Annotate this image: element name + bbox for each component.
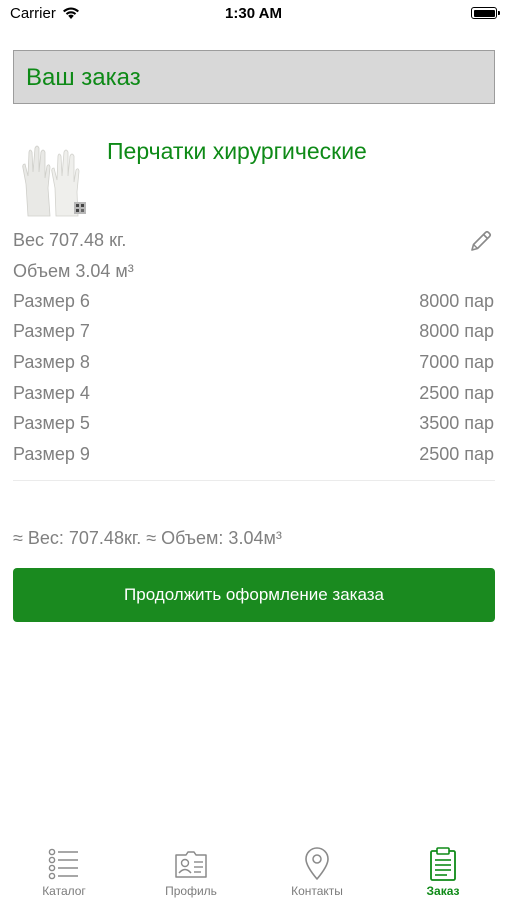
clipboard-icon — [430, 847, 456, 881]
page-header: Ваш заказ — [13, 50, 495, 104]
tab-label: Контакты — [291, 884, 343, 898]
continue-checkout-button[interactable]: Продолжить оформление заказа — [13, 568, 495, 622]
id-card-icon — [175, 851, 207, 878]
size-label: Размер 6 — [13, 291, 90, 311]
status-bar: Carrier 1:30 AM — [0, 0, 507, 28]
size-label: Размер 8 — [13, 352, 90, 372]
battery-icon — [471, 7, 500, 19]
list-icon — [48, 848, 78, 880]
size-label: Размер 7 — [13, 321, 90, 341]
tab-label: Каталог — [42, 884, 86, 898]
tab-label: Заказ — [426, 884, 460, 898]
size-quantity: 3500 пар — [419, 413, 494, 433]
size-row: Размер 9 2500 пар — [13, 444, 494, 468]
order-totals: ≈ Вес: 707.48кг. ≈ Объем: 3.04м³ — [13, 528, 282, 548]
volume-label: Объем 3.04 м³ — [13, 261, 134, 281]
size-label: Размер 9 — [13, 444, 90, 464]
size-row: Размер 4 2500 пар — [13, 383, 494, 407]
size-row: Размер 5 3500 пар — [13, 413, 494, 437]
size-label: Размер 4 — [13, 383, 90, 403]
size-row: Размер 8 7000 пар — [13, 352, 494, 376]
tab-bar: Каталог Профиль Контакты Заказ — [0, 830, 507, 900]
tab-label: Профиль — [165, 884, 217, 898]
size-row: Размер 7 8000 пар — [13, 321, 494, 345]
size-quantity: 8000 пар — [419, 291, 494, 311]
size-label: Размер 5 — [13, 413, 90, 433]
size-quantity: 2500 пар — [419, 444, 494, 464]
tab-profile[interactable]: Профиль — [141, 830, 241, 900]
divider — [13, 480, 495, 481]
size-quantity: 7000 пар — [419, 352, 494, 372]
location-pin-icon — [305, 847, 329, 880]
size-quantity: 8000 пар — [419, 321, 494, 341]
page-title: Ваш заказ — [26, 64, 141, 91]
clock: 1:30 AM — [225, 5, 282, 22]
tab-catalog[interactable]: Каталог — [14, 830, 114, 900]
size-quantity: 2500 пар — [419, 383, 494, 403]
edit-pencil-icon[interactable] — [468, 228, 494, 254]
weight-label: Вес 707.48 кг. — [13, 230, 127, 250]
size-row: Размер 6 8000 пар — [13, 291, 494, 315]
gloves-image — [20, 138, 92, 218]
tab-order[interactable]: Заказ — [393, 830, 493, 900]
tab-contacts[interactable]: Контакты — [267, 830, 367, 900]
product-name: Перчатки хирургические — [107, 138, 367, 164]
